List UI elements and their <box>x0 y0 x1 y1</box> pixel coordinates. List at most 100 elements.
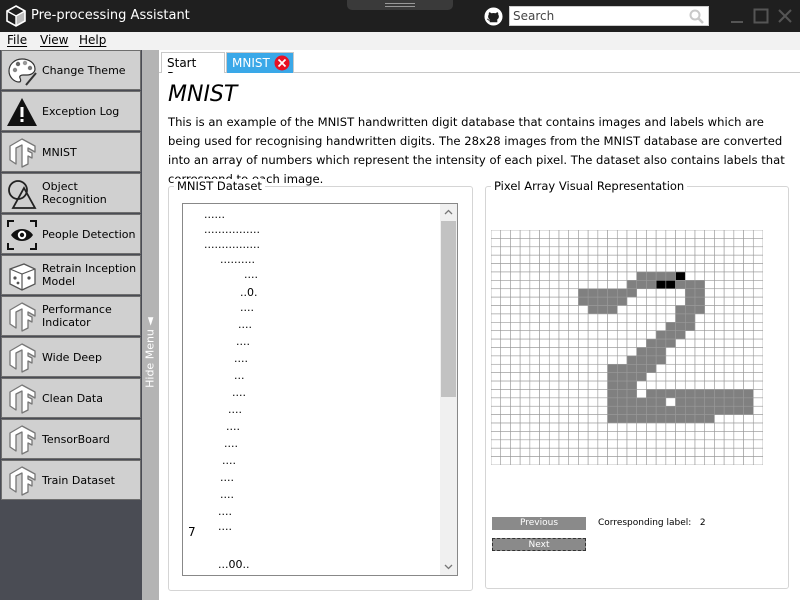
pixel-cell <box>655 422 667 432</box>
list-item[interactable]: ................ <box>204 223 260 236</box>
pixel-cell <box>616 414 628 424</box>
sidebar-item-tensorboard[interactable]: TensorBoard <box>1 419 141 459</box>
pixel-cell <box>568 338 579 348</box>
sidebar-item-people-detection[interactable]: People Detection <box>1 214 141 254</box>
close-tab-icon[interactable] <box>274 55 290 71</box>
list-item[interactable]: .... <box>238 318 252 331</box>
hide-menu-toggle[interactable]: Hide Menu ◄ <box>142 50 159 600</box>
list-item[interactable]: .... <box>226 420 240 433</box>
list-item[interactable]: .... <box>240 301 254 314</box>
pixel-cell <box>704 405 715 415</box>
pixel-cell <box>655 405 667 415</box>
pixel-cell <box>607 263 618 273</box>
sidebar-item-object-recognition[interactable]: Object Recognition <box>1 173 141 213</box>
list-item[interactable]: ...... <box>204 208 225 221</box>
close-window-icon[interactable] <box>775 6 795 26</box>
list-item[interactable]: .... <box>232 386 246 399</box>
pixel-cell <box>607 347 618 357</box>
sidebar-item-change-theme[interactable]: Change Theme <box>1 50 141 90</box>
pixel-cell <box>684 347 696 357</box>
pixel-cell <box>665 288 676 298</box>
github-icon[interactable] <box>484 7 503 26</box>
pixel-cell <box>636 431 647 441</box>
pixel-cell <box>723 305 735 315</box>
sidebar-item-clean-data[interactable]: Clean Data <box>1 378 141 418</box>
list-item[interactable]: ................ <box>204 238 260 251</box>
sidebar-item-train-dataset[interactable]: Train Dataset <box>1 460 141 500</box>
pixel-cell <box>529 431 540 441</box>
tab-start-page[interactable]: Start Page <box>161 52 225 84</box>
list-item[interactable]: ... <box>234 369 245 382</box>
pixel-cell <box>714 271 725 281</box>
list-item[interactable]: .... <box>244 268 258 281</box>
list-item[interactable]: ...00.. <box>218 558 249 571</box>
pixel-cell <box>558 296 570 306</box>
pixel-cell <box>733 431 744 441</box>
pixel-cell <box>510 355 521 365</box>
list-item[interactable]: .... <box>224 437 238 450</box>
pixel-cell <box>665 271 676 281</box>
list-item[interactable]: .... <box>218 505 232 518</box>
pixel-cell <box>723 238 735 248</box>
list-item[interactable]: 7 <box>188 525 196 539</box>
menu-file[interactable]: File <box>7 33 27 47</box>
tab-label: MNIST <box>232 56 270 70</box>
corresponding-label: Corresponding label: 2 <box>598 518 706 528</box>
maximize-icon[interactable] <box>751 6 771 26</box>
list-item[interactable]: .......... <box>220 253 255 266</box>
pixel-cell <box>558 405 570 415</box>
search-input[interactable] <box>510 7 680 25</box>
pixel-cell <box>665 305 676 315</box>
pixel-cell <box>597 288 608 298</box>
pixel-cell <box>704 380 715 390</box>
sidebar-item-exception-log[interactable]: Exception Log <box>1 91 141 131</box>
pixel-cell <box>597 296 608 306</box>
search-icon[interactable] <box>688 8 705 25</box>
search-box[interactable] <box>509 6 709 26</box>
scroll-up-icon[interactable] <box>442 206 455 219</box>
pixel-cell <box>491 271 502 281</box>
menu-view[interactable]: View <box>40 33 68 47</box>
pixel-cell <box>723 322 735 332</box>
next-button[interactable]: Next <box>492 538 586 551</box>
minimize-icon[interactable] <box>727 6 747 26</box>
menu-help[interactable]: Help <box>79 33 106 47</box>
list-item[interactable]: .... <box>218 520 232 533</box>
vertical-scrollbar[interactable] <box>440 204 457 575</box>
sidebar-item-retrain-inception-model[interactable]: Retrain Inception Model <box>1 255 141 295</box>
tab-mnist[interactable]: MNIST <box>226 52 294 73</box>
dataset-listbox[interactable]: ...... ................ ................… <box>182 203 458 576</box>
pixel-cell <box>723 288 735 298</box>
scroll-thumb[interactable] <box>441 221 456 397</box>
sidebar-item-mnist[interactable]: MNIST <box>1 132 141 172</box>
list-item[interactable]: .... <box>220 471 234 484</box>
pixel-cell <box>723 355 735 365</box>
pixel-cell <box>675 263 686 273</box>
group-title: Pixel Array Visual Representation <box>491 179 688 193</box>
pixel-cell <box>529 322 540 332</box>
list-item[interactable]: ..0. <box>240 286 258 299</box>
pixel-cell <box>616 363 628 373</box>
list-item[interactable]: .... <box>220 488 234 501</box>
previous-button[interactable]: Previous <box>492 517 586 530</box>
pixel-cell <box>587 431 599 441</box>
list-item[interactable]: .... <box>234 352 248 365</box>
pixel-cell <box>646 296 657 306</box>
pixel-cell <box>519 456 531 465</box>
scroll-down-icon[interactable] <box>442 560 455 573</box>
box-icon <box>9 263 36 291</box>
sidebar-item-performance-indicator[interactable]: Performance Indicator <box>1 296 141 336</box>
shapes-icon <box>8 180 37 209</box>
pixel-cell <box>752 456 763 465</box>
pixel-cell <box>578 330 589 340</box>
pixel-cell <box>587 305 599 315</box>
list-item[interactable]: .... <box>236 335 250 348</box>
pixel-cell <box>733 271 744 281</box>
pixel-cell <box>743 347 754 357</box>
pixel-cell <box>578 338 589 348</box>
list-item[interactable]: .... <box>222 454 236 467</box>
pixel-cell <box>684 313 696 323</box>
sidebar-item-wide-deep[interactable]: Wide Deep <box>1 337 141 377</box>
list-item[interactable]: .... <box>228 403 242 416</box>
window-drag-grip[interactable] <box>347 0 453 10</box>
